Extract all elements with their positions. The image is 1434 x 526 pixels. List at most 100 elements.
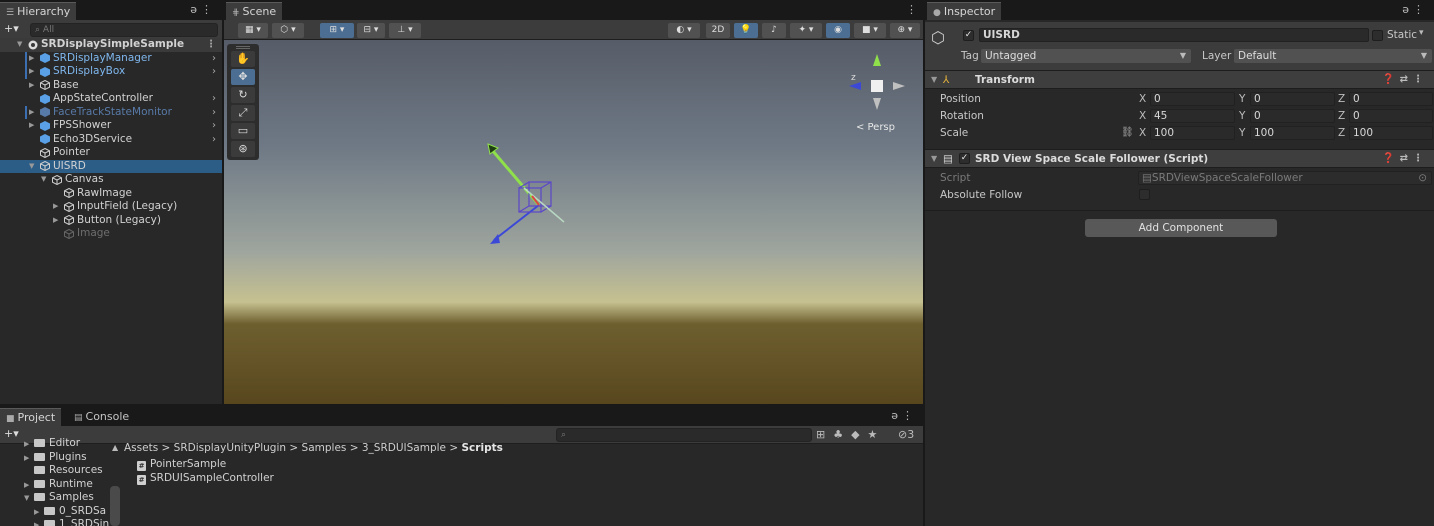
hierarchy-item[interactable]: Image <box>0 227 222 241</box>
folder-arrow-icon[interactable]: ▼ <box>24 492 34 506</box>
2d-toggle-button[interactable]: 2D <box>706 23 730 38</box>
draw-mode-dropdown[interactable]: ▦ ▾ <box>238 23 268 38</box>
file-item[interactable]: # PointerSample <box>137 458 226 472</box>
hierarchy-add-button[interactable]: +▾ <box>4 22 19 35</box>
move-gizmo[interactable] <box>474 130 584 260</box>
breadcrumb-up-icon[interactable]: ▲ <box>112 443 118 452</box>
project-search-input[interactable]: ⌕ <box>556 428 812 442</box>
collapse-arrow-icon[interactable]: ▶ <box>29 79 34 93</box>
component-menu-icons[interactable]: ❓⇄⋮ <box>1382 150 1428 168</box>
rotation-y-field[interactable]: 0 <box>1250 109 1335 123</box>
tab-scene[interactable]: ⋕ Scene <box>226 2 283 20</box>
hierarchy-item[interactable]: AppStateController › <box>0 92 222 106</box>
tab-console[interactable]: ▤ Console <box>68 408 136 426</box>
scene-viewport[interactable]: ✋ ✥ ↻ ⤢ ▭ ⊛ z < Persp <box>224 40 923 404</box>
folder-arrow-icon[interactable]: ▶ <box>24 452 34 466</box>
gizmos-dropdown[interactable]: ⊕ ▾ <box>890 23 920 38</box>
hierarchy-menu-icons[interactable]: ə⋮ <box>190 3 216 16</box>
hierarchy-item[interactable]: ▶ FaceTrackStateMonitor › <box>0 105 222 120</box>
breadcrumb-item[interactable]: SRDisplayUnityPlugin <box>174 442 286 454</box>
hidden-objects-icon[interactable]: ◉ <box>826 23 850 38</box>
tab-inspector[interactable]: ● Inspector <box>927 2 1002 20</box>
move-tool-icon[interactable]: ✥ <box>231 69 255 85</box>
hierarchy-item[interactable]: ▶ SRDisplayBox › <box>0 65 222 79</box>
position-y-field[interactable]: 0 <box>1250 92 1335 106</box>
folder-item[interactable]: ▶ Editor <box>24 437 80 451</box>
orientation-dropdown[interactable]: ⬡ ▾ <box>272 23 304 38</box>
breadcrumb-item[interactable]: Assets <box>124 442 158 454</box>
hierarchy-item[interactable]: Pointer <box>0 146 222 160</box>
axis-label-x[interactable]: X <box>1139 127 1146 139</box>
collapse-arrow-icon[interactable]: ▶ <box>29 106 34 120</box>
hand-tool-icon[interactable]: ✋ <box>231 51 255 67</box>
folder-item[interactable]: ▶ 1_SRDSin <box>34 518 109 526</box>
increment-snap-dropdown[interactable]: ⊟ ▾ <box>357 23 385 38</box>
shading-mode-dropdown[interactable]: ◐ ▾ <box>668 23 700 38</box>
collapse-arrow-icon[interactable]: ▶ <box>53 214 58 228</box>
open-prefab-chevron-icon[interactable]: › <box>212 106 216 120</box>
open-prefab-chevron-icon[interactable]: › <box>212 119 216 133</box>
hierarchy-item[interactable]: ▶ FPSShower › <box>0 119 222 133</box>
hierarchy-item[interactable]: ▶ Button (Legacy) <box>0 214 222 228</box>
open-prefab-chevron-icon[interactable]: › <box>212 65 216 79</box>
collapse-arrow-icon[interactable]: ▶ <box>29 52 34 66</box>
breadcrumb-item[interactable]: Samples <box>302 442 347 454</box>
effects-dropdown[interactable]: ✦ ▾ <box>790 23 822 38</box>
static-dropdown-icon[interactable]: ▾ <box>1419 28 1424 38</box>
audio-toggle-icon[interactable]: ♪ <box>762 23 786 38</box>
add-component-button[interactable]: Add Component <box>1085 219 1277 237</box>
folder-item[interactable]: ▼ Samples <box>24 491 94 505</box>
axis-label-x[interactable]: X <box>1139 110 1146 122</box>
layer-dropdown[interactable]: Default ▼ <box>1234 49 1432 63</box>
axis-label-z[interactable]: Z <box>1338 110 1345 122</box>
projection-label[interactable]: < Persp <box>856 122 895 133</box>
position-x-field[interactable]: 0 <box>1150 92 1235 106</box>
rect-tool-icon[interactable]: ▭ <box>231 123 255 139</box>
position-z-field[interactable]: 0 <box>1349 92 1433 106</box>
expand-arrow-icon[interactable]: ▼ <box>29 160 34 174</box>
hierarchy-item[interactable]: ▶ Base <box>0 79 222 93</box>
scale-z-field[interactable]: 100 <box>1349 126 1433 140</box>
axis-label-z[interactable]: Z <box>1338 93 1345 105</box>
tab-hierarchy[interactable]: ☰ Hierarchy <box>0 2 77 20</box>
inspector-menu-icons[interactable]: ə⋮ <box>1402 3 1428 16</box>
rotation-z-field[interactable]: 0 <box>1349 109 1433 123</box>
folder-arrow-icon[interactable]: ▶ <box>34 519 44 526</box>
project-menu-icons[interactable]: ə⋮ <box>891 409 917 422</box>
object-name-field[interactable]: UISRD <box>979 28 1369 42</box>
expand-arrow-icon[interactable]: ▼ <box>17 38 22 52</box>
breadcrumb-item[interactable]: 3_SRDUISample <box>362 442 446 454</box>
collapse-arrow-icon[interactable]: ▶ <box>29 119 34 133</box>
fold-arrow-icon[interactable]: ▼ <box>931 71 937 89</box>
tag-dropdown[interactable]: Untagged ▼ <box>981 49 1191 63</box>
fold-arrow-icon[interactable]: ▼ <box>931 150 937 168</box>
axis-label-z[interactable]: Z <box>1338 127 1345 139</box>
expand-arrow-icon[interactable]: ▼ <box>41 173 46 187</box>
folder-item[interactable]: ▶ Runtime <box>24 478 93 492</box>
hidden-packages-icon[interactable]: ⊘3 <box>898 428 914 441</box>
folder-arrow-icon[interactable]: ▶ <box>24 479 34 493</box>
hierarchy-item[interactable]: ▼ UISRD <box>0 159 222 174</box>
hierarchy-item[interactable]: RawImage <box>0 187 222 201</box>
hierarchy-item[interactable]: ▶ InputField (Legacy) <box>0 200 222 214</box>
constrain-proportions-icon[interactable]: ⛓ <box>1121 127 1134 138</box>
axis-label-y[interactable]: Y <box>1239 127 1245 139</box>
active-checkbox[interactable]: ✓ <box>963 30 974 41</box>
scale-tool-icon[interactable]: ⤢ <box>231 105 255 121</box>
axis-label-y[interactable]: Y <box>1239 93 1245 105</box>
component-enabled-checkbox[interactable]: ✓ <box>959 153 970 164</box>
object-picker-icon[interactable]: ⊙ <box>1418 172 1427 184</box>
project-filter-icons[interactable]: ⊞♣◆★ <box>816 428 885 441</box>
hierarchy-search-input[interactable]: ⌕ All <box>30 23 218 37</box>
folder-item[interactable]: Resources <box>24 464 103 478</box>
open-prefab-chevron-icon[interactable]: › <box>212 92 216 106</box>
camera-dropdown[interactable]: ■ ▾ <box>854 23 886 38</box>
open-prefab-chevron-icon[interactable]: › <box>212 133 216 147</box>
hierarchy-item[interactable]: ▼ SRDisplaySimpleSample ⋮ <box>0 38 222 52</box>
project-add-button[interactable]: +▾ <box>4 427 19 440</box>
collapse-arrow-icon[interactable]: ▶ <box>29 65 34 79</box>
grid-visibility-dropdown[interactable]: ⊥ ▾ <box>389 23 421 38</box>
folder-arrow-icon[interactable]: ▶ <box>24 438 34 452</box>
folder-arrow-icon[interactable]: ▶ <box>34 506 44 520</box>
file-item[interactable]: # SRDUISampleController <box>137 472 274 486</box>
